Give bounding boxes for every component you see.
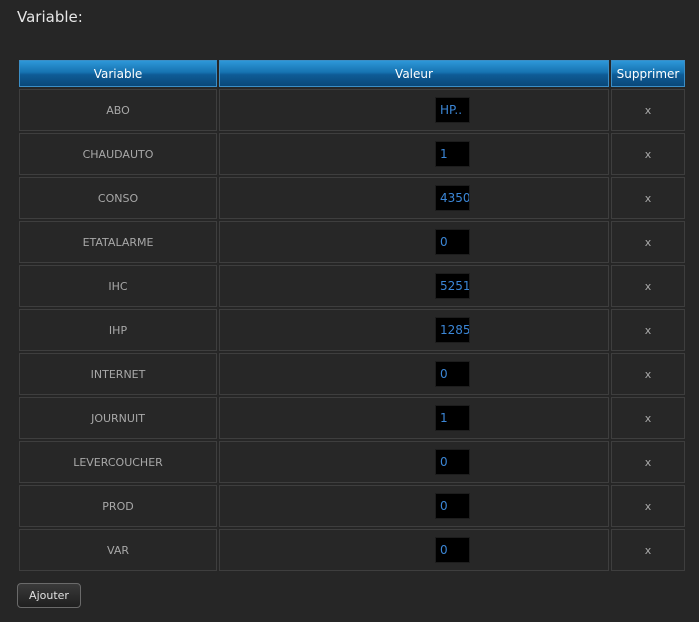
delete-button[interactable]: x [645, 456, 652, 469]
variable-name: PROD [19, 485, 217, 527]
value-input[interactable] [435, 449, 470, 475]
variable-name: INTERNET [19, 353, 217, 395]
delete-button[interactable]: x [645, 500, 652, 513]
variable-name: ABO [19, 89, 217, 131]
add-button[interactable]: Ajouter [17, 583, 81, 608]
value-cell [219, 441, 609, 483]
delete-button[interactable]: x [645, 104, 652, 117]
table-row: ABO x [19, 89, 685, 131]
value-input[interactable] [435, 537, 470, 563]
delete-cell: x [611, 89, 685, 131]
value-cell [219, 309, 609, 351]
value-cell [219, 133, 609, 175]
variable-name: IHC [19, 265, 217, 307]
table-row: LEVERCOUCHER x [19, 441, 685, 483]
value-cell [219, 485, 609, 527]
delete-button[interactable]: x [645, 412, 652, 425]
delete-cell: x [611, 529, 685, 571]
delete-button[interactable]: x [645, 280, 652, 293]
variables-table: Variable Valeur Supprimer ABO x CHAUDAUT… [17, 58, 687, 573]
header-valeur[interactable]: Valeur [219, 60, 609, 87]
value-input[interactable] [435, 185, 470, 211]
delete-button[interactable]: x [645, 544, 652, 557]
value-input[interactable] [435, 317, 470, 343]
delete-button[interactable]: x [645, 368, 652, 381]
delete-button[interactable]: x [645, 192, 652, 205]
variable-name: IHP [19, 309, 217, 351]
table-row: JOURNUIT x [19, 397, 685, 439]
value-input[interactable] [435, 229, 470, 255]
delete-cell: x [611, 485, 685, 527]
table-row: VAR x [19, 529, 685, 571]
value-cell [219, 89, 609, 131]
delete-cell: x [611, 397, 685, 439]
variable-name: CONSO [19, 177, 217, 219]
delete-cell: x [611, 133, 685, 175]
table-row: CHAUDAUTO x [19, 133, 685, 175]
delete-cell: x [611, 353, 685, 395]
value-cell [219, 397, 609, 439]
table-row: PROD x [19, 485, 685, 527]
value-cell [219, 265, 609, 307]
table-row: ETATALARME x [19, 221, 685, 263]
delete-cell: x [611, 309, 685, 351]
delete-button[interactable]: x [645, 236, 652, 249]
delete-cell: x [611, 441, 685, 483]
value-input[interactable] [435, 405, 470, 431]
table-row: IHC x [19, 265, 685, 307]
header-variable[interactable]: Variable [19, 60, 217, 87]
value-input[interactable] [435, 273, 470, 299]
value-cell [219, 353, 609, 395]
value-input[interactable] [435, 141, 470, 167]
variable-name: VAR [19, 529, 217, 571]
table-row: IHP x [19, 309, 685, 351]
delete-button[interactable]: x [645, 324, 652, 337]
delete-cell: x [611, 177, 685, 219]
table-row: INTERNET x [19, 353, 685, 395]
value-cell [219, 177, 609, 219]
variable-name: JOURNUIT [19, 397, 217, 439]
variable-name: ETATALARME [19, 221, 217, 263]
table-body: ABO x CHAUDAUTO x CONSO x ETATALARME [19, 89, 685, 571]
value-input[interactable] [435, 493, 470, 519]
variable-name: CHAUDAUTO [19, 133, 217, 175]
page-title: Variable: [17, 8, 83, 26]
table-row: CONSO x [19, 177, 685, 219]
delete-cell: x [611, 221, 685, 263]
value-input[interactable] [435, 361, 470, 387]
value-cell [219, 529, 609, 571]
delete-button[interactable]: x [645, 148, 652, 161]
variable-name: LEVERCOUCHER [19, 441, 217, 483]
header-supprimer[interactable]: Supprimer [611, 60, 685, 87]
value-cell [219, 221, 609, 263]
table-header-row: Variable Valeur Supprimer [19, 60, 685, 87]
value-input[interactable] [435, 97, 470, 123]
delete-cell: x [611, 265, 685, 307]
